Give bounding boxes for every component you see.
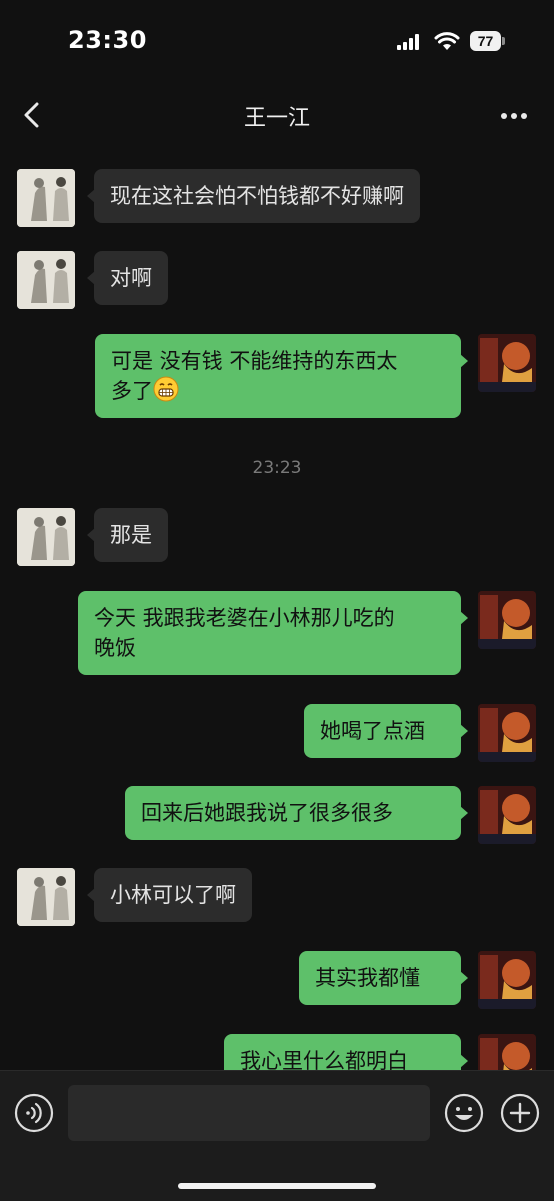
- message-bubble-incoming[interactable]: 那是: [87, 508, 168, 562]
- message-list[interactable]: 现在这社会怕不怕钱都不好赚啊 对啊 可是 没有钱 不能维持的东西太 多了 23:…: [0, 148, 554, 1070]
- smile-icon[interactable]: [444, 1093, 484, 1133]
- message-text: 对啊: [110, 266, 152, 290]
- chat-header: 王一江: [0, 82, 554, 148]
- my-avatar[interactable]: [478, 951, 536, 1009]
- message-text-line: 今天 我跟我老婆在小林那儿吃的: [94, 606, 395, 630]
- message-bubble-outgoing[interactable]: 我心里什么都明白: [224, 1034, 468, 1070]
- my-avatar[interactable]: [478, 786, 536, 844]
- message-text-line: 晚饭: [94, 636, 136, 660]
- message-bubble-outgoing[interactable]: 回来后她跟我说了很多很多: [125, 786, 468, 840]
- ellipsis-icon[interactable]: [500, 112, 528, 120]
- message-text: 回来后她跟我说了很多很多: [141, 801, 393, 825]
- input-bar: [0, 1070, 554, 1201]
- message-bubble-incoming[interactable]: 小林可以了啊: [87, 868, 252, 922]
- my-avatar[interactable]: [478, 591, 536, 649]
- message-text-line: 可是 没有钱 不能维持的东西太: [111, 349, 398, 373]
- wifi-icon: [434, 32, 460, 50]
- my-avatar[interactable]: [478, 1034, 536, 1070]
- message-bubble-outgoing[interactable]: 今天 我跟我老婆在小林那儿吃的 晚饭: [78, 591, 468, 675]
- message-bubble-incoming[interactable]: 现在这社会怕不怕钱都不好赚啊: [87, 169, 420, 223]
- status-time: 23:30: [68, 26, 147, 54]
- battery-icon: 77: [470, 31, 506, 53]
- message-text: 她喝了点酒: [320, 719, 425, 743]
- home-indicator[interactable]: [178, 1183, 376, 1189]
- message-text: 其实我都懂: [315, 966, 420, 990]
- my-avatar[interactable]: [478, 334, 536, 392]
- message-bubble-outgoing[interactable]: 可是 没有钱 不能维持的东西太 多了: [95, 334, 468, 418]
- message-bubble-outgoing[interactable]: 其实我都懂: [299, 951, 468, 1005]
- message-text: 小林可以了啊: [110, 883, 236, 907]
- battery-level: 77: [470, 31, 501, 51]
- chat-title: 王一江: [243, 106, 310, 131]
- message-bubble-outgoing[interactable]: 她喝了点酒: [304, 704, 468, 758]
- message-text: 那是: [110, 523, 152, 547]
- message-text-line: 多了: [111, 379, 153, 403]
- contact-avatar[interactable]: [17, 169, 75, 227]
- cellular-signal-icon: [397, 34, 419, 50]
- grinning-face-emoji-icon: [153, 376, 179, 402]
- chat-timestamp: 23:23: [252, 458, 302, 478]
- message-text: 我心里什么都明白: [240, 1049, 408, 1070]
- contact-avatar[interactable]: [17, 251, 75, 309]
- my-avatar[interactable]: [478, 704, 536, 762]
- contact-avatar[interactable]: [17, 508, 75, 566]
- message-text: 现在这社会怕不怕钱都不好赚啊: [110, 184, 404, 208]
- message-bubble-incoming[interactable]: 对啊: [87, 251, 168, 305]
- contact-avatar[interactable]: [17, 868, 75, 926]
- plus-icon[interactable]: [500, 1093, 540, 1133]
- voice-icon[interactable]: [14, 1093, 54, 1133]
- message-input[interactable]: [68, 1085, 430, 1141]
- status-bar: 23:30 77: [0, 0, 554, 80]
